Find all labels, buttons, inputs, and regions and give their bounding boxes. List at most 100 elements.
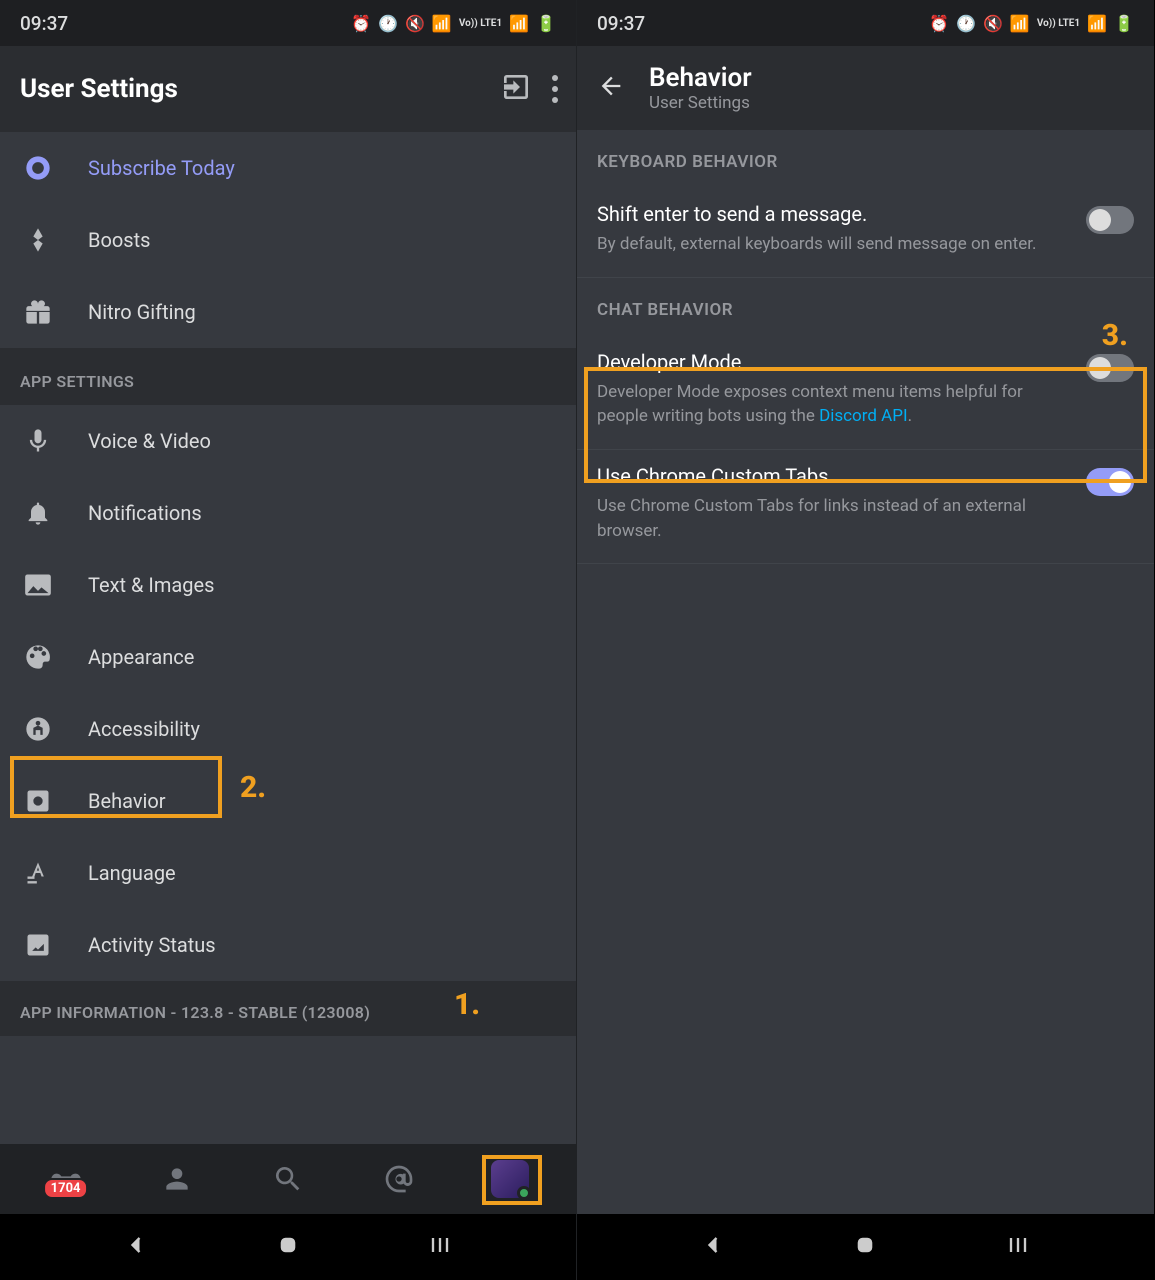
language-label: Language — [88, 861, 176, 885]
boosts-item[interactable]: Boosts — [0, 204, 576, 276]
palette-icon — [20, 643, 56, 671]
nav-recents[interactable] — [1004, 1231, 1032, 1263]
signal-icon: 📶 — [1087, 14, 1107, 33]
tab-mentions[interactable] — [371, 1151, 427, 1207]
nitro-section: Subscribe Today Boosts Nitro Gifting — [0, 132, 576, 348]
developer-mode-title: Developer Mode — [597, 350, 1070, 374]
translate-icon — [20, 859, 56, 887]
clock: 09:37 — [20, 12, 68, 35]
page-subtitle: User Settings — [649, 93, 752, 113]
status-icons: ⏰ 🕐 🔇 📶 Vo)) LTE1 📶 🔋 — [351, 14, 556, 33]
appearance-item[interactable]: Appearance — [0, 621, 576, 693]
lte-icon: Vo)) LTE1 — [459, 18, 502, 29]
notifications-item[interactable]: Notifications — [0, 477, 576, 549]
voice-video-item[interactable]: Voice & Video — [0, 405, 576, 477]
alarm-icon: ⏰ — [929, 14, 949, 33]
nitro-gifting-item[interactable]: Nitro Gifting — [0, 276, 576, 348]
activity-icon — [20, 931, 56, 959]
clock-icon: 🕐 — [378, 14, 398, 33]
behavior-item[interactable]: Behavior — [0, 765, 576, 837]
alarm-icon: ⏰ — [351, 14, 371, 33]
mute-icon: 🔇 — [983, 14, 1003, 33]
battery-icon: 🔋 — [1114, 14, 1134, 33]
lte-icon: Vo)) LTE1 — [1037, 18, 1080, 29]
nav-back[interactable] — [122, 1231, 150, 1263]
clock-icon: 🕐 — [956, 14, 976, 33]
badge-count: 1704 — [43, 1178, 89, 1199]
status-dot — [517, 1186, 531, 1200]
text-images-item[interactable]: Text & Images — [0, 549, 576, 621]
chrome-tabs-setting[interactable]: Use Chrome Custom Tabs Use Chrome Custom… — [577, 450, 1154, 564]
shift-enter-desc: By default, external keyboards will send… — [597, 232, 1070, 257]
developer-mode-setting[interactable]: Developer Mode Developer Mode exposes co… — [577, 336, 1154, 450]
clock: 09:37 — [597, 12, 645, 35]
header: Behavior User Settings — [577, 46, 1154, 130]
header: User Settings — [0, 46, 576, 132]
chat-behavior-header: CHAT BEHAVIOR — [577, 278, 1154, 336]
tab-profile[interactable] — [482, 1151, 538, 1207]
shift-enter-setting[interactable]: Shift enter to send a message. By defaul… — [577, 188, 1154, 278]
nav-back[interactable] — [699, 1231, 727, 1263]
image-icon — [20, 571, 56, 599]
page-title: Behavior — [649, 63, 752, 93]
nav-recents[interactable] — [426, 1231, 454, 1263]
bell-icon — [20, 499, 56, 527]
behavior-settings[interactable]: KEYBOARD BEHAVIOR Shift enter to send a … — [577, 130, 1154, 1214]
signal-icon: 📶 — [509, 14, 529, 33]
more-menu-icon[interactable] — [552, 75, 558, 103]
battery-icon: 🔋 — [536, 14, 556, 33]
android-nav — [577, 1214, 1154, 1280]
accessibility-label: Accessibility — [88, 717, 200, 741]
shift-enter-toggle[interactable] — [1086, 206, 1134, 234]
developer-mode-desc: Developer Mode exposes context menu item… — [597, 380, 1070, 429]
nav-home[interactable] — [274, 1231, 302, 1263]
gift-icon — [20, 298, 56, 326]
status-bar: 09:37 ⏰ 🕐 🔇 📶 Vo)) LTE1 📶 🔋 — [0, 0, 576, 46]
app-info-header: APP INFORMATION - 123.8 - STABLE (123008… — [0, 981, 576, 1036]
login-icon[interactable] — [500, 71, 532, 107]
app-settings-header: APP SETTINGS — [0, 348, 576, 405]
avatar — [491, 1160, 529, 1198]
gifting-label: Nitro Gifting — [88, 300, 196, 324]
tab-home[interactable]: 1704 — [38, 1151, 94, 1207]
notifications-label: Notifications — [88, 501, 202, 525]
status-bar: 09:37 ⏰ 🕐 🔇 📶 Vo)) LTE1 📶 🔋 — [577, 0, 1154, 46]
developer-mode-toggle[interactable] — [1086, 354, 1134, 382]
page-title: User Settings — [20, 74, 178, 104]
text-images-label: Text & Images — [88, 573, 214, 597]
chrome-tabs-desc: Use Chrome Custom Tabs for links instead… — [597, 494, 1070, 543]
accessibility-icon — [20, 715, 56, 743]
mute-icon: 🔇 — [405, 14, 425, 33]
subscribe-label: Subscribe Today — [88, 156, 235, 180]
settings-screen: 09:37 ⏰ 🕐 🔇 📶 Vo)) LTE1 📶 🔋 User Setting… — [0, 0, 577, 1280]
keyboard-behavior-header: KEYBOARD BEHAVIOR — [577, 130, 1154, 188]
wifi-icon: 📶 — [1010, 14, 1030, 33]
tab-bar: 1704 — [0, 1144, 576, 1214]
chrome-tabs-toggle[interactable] — [1086, 468, 1134, 496]
header-text: Behavior User Settings — [649, 63, 752, 113]
behavior-label: Behavior — [88, 789, 166, 813]
voice-video-label: Voice & Video — [88, 429, 211, 453]
nitro-icon — [20, 154, 56, 182]
shift-enter-title: Shift enter to send a message. — [597, 202, 1070, 226]
tab-friends[interactable] — [149, 1151, 205, 1207]
tab-search[interactable] — [260, 1151, 316, 1207]
language-item[interactable]: Language — [0, 837, 576, 909]
back-arrow-icon[interactable] — [597, 72, 625, 104]
discord-api-link[interactable]: Discord API — [819, 406, 908, 426]
boosts-label: Boosts — [88, 228, 150, 252]
chrome-tabs-title: Use Chrome Custom Tabs — [597, 464, 1070, 488]
settings-list[interactable]: Subscribe Today Boosts Nitro Gifting APP… — [0, 132, 576, 1144]
wifi-icon: 📶 — [432, 14, 452, 33]
behavior-screen: 09:37 ⏰ 🕐 🔇 📶 Vo)) LTE1 📶 🔋 Behavior Use… — [577, 0, 1154, 1280]
appearance-label: Appearance — [88, 645, 194, 669]
gear-icon — [20, 787, 56, 815]
boost-icon — [20, 226, 56, 254]
nav-home[interactable] — [851, 1231, 879, 1263]
status-icons: ⏰ 🕐 🔇 📶 Vo)) LTE1 📶 🔋 — [929, 14, 1134, 33]
subscribe-today-item[interactable]: Subscribe Today — [0, 132, 576, 204]
accessibility-item[interactable]: Accessibility — [0, 693, 576, 765]
android-nav — [0, 1214, 576, 1280]
activity-status-label: Activity Status — [88, 933, 216, 957]
activity-status-item[interactable]: Activity Status — [0, 909, 576, 981]
